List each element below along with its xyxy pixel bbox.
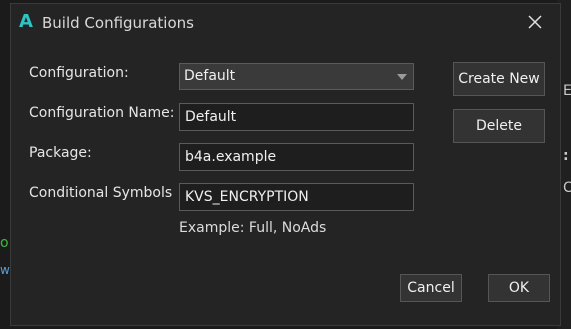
close-icon (528, 15, 542, 29)
dialog-title: Build Configurations (42, 14, 194, 32)
conditional-symbols-hint: Example: Full, NoAds (179, 220, 327, 236)
ok-button[interactable]: OK (488, 274, 550, 302)
cancel-button[interactable]: Cancel (400, 274, 462, 302)
configuration-label: Configuration: (29, 65, 129, 81)
background-char-w: w (0, 263, 10, 277)
package-label: Package: (29, 145, 92, 161)
configuration-selected-value: Default (184, 68, 236, 84)
package-input[interactable]: b4a.example (179, 143, 414, 171)
configuration-name-input[interactable]: Default (179, 103, 414, 131)
conditional-symbols-label: Conditional Symbols (29, 185, 173, 201)
background-char-o: o (0, 235, 9, 251)
build-configurations-dialog: A Build Configurations Configuration: De… (10, 3, 561, 326)
close-button[interactable] (524, 11, 546, 33)
configuration-name-label: Configuration Name: (29, 105, 175, 121)
delete-button[interactable]: Delete (453, 109, 545, 143)
background-char-c: C (563, 180, 571, 196)
title-bar: A Build Configurations (11, 4, 560, 40)
background-char-colon: : (563, 148, 569, 164)
background-char-e: E (563, 83, 571, 99)
app-logo-icon: A (19, 11, 33, 32)
configuration-dropdown[interactable]: Default (179, 63, 414, 90)
chevron-down-icon (397, 74, 407, 80)
create-new-button[interactable]: Create New (453, 62, 545, 96)
conditional-symbols-input[interactable]: KVS_ENCRYPTION (179, 183, 414, 211)
